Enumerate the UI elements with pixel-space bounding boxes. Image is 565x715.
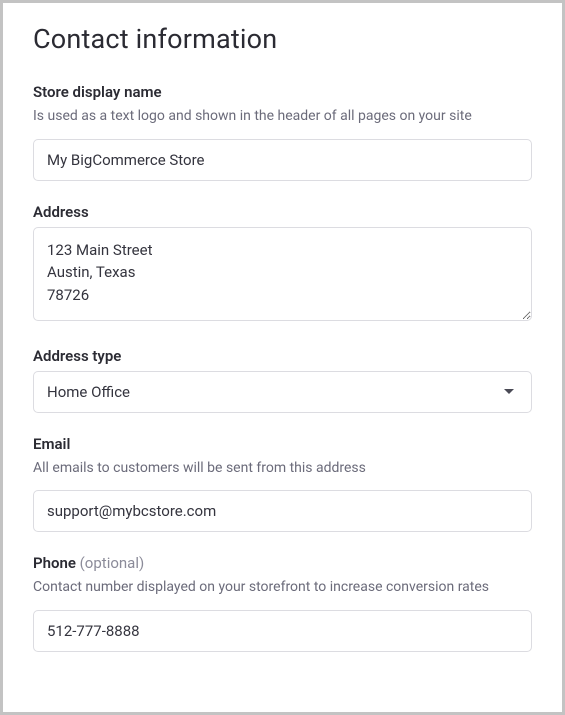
address-textarea[interactable] — [33, 227, 532, 321]
address-type-select[interactable]: Home Office — [33, 371, 532, 413]
field-address: Address — [33, 203, 532, 325]
field-store-display-name: Store display name Is used as a text log… — [33, 83, 532, 181]
phone-help: Contact number displayed on your storefr… — [33, 578, 532, 598]
contact-information-panel: Contact information Store display name I… — [0, 0, 565, 715]
store-display-name-label: Store display name — [33, 83, 532, 101]
field-phone: Phone (optional) Contact number displaye… — [33, 554, 532, 652]
section-title: Contact information — [33, 23, 532, 55]
phone-input[interactable] — [33, 610, 532, 652]
phone-label: Phone (optional) — [33, 554, 532, 572]
field-address-type: Address type Home Office — [33, 347, 532, 413]
address-type-selected-value: Home Office — [47, 383, 130, 401]
store-display-name-help: Is used as a text logo and shown in the … — [33, 107, 532, 127]
email-help: All emails to customers will be sent fro… — [33, 459, 532, 479]
address-label: Address — [33, 203, 532, 221]
field-email: Email All emails to customers will be se… — [33, 435, 532, 533]
phone-label-text: Phone — [33, 554, 76, 572]
address-type-label: Address type — [33, 347, 532, 365]
email-input[interactable] — [33, 490, 532, 532]
chevron-down-icon — [504, 389, 514, 394]
email-label: Email — [33, 435, 532, 453]
store-display-name-input[interactable] — [33, 139, 532, 181]
phone-optional-suffix: (optional) — [80, 554, 145, 572]
